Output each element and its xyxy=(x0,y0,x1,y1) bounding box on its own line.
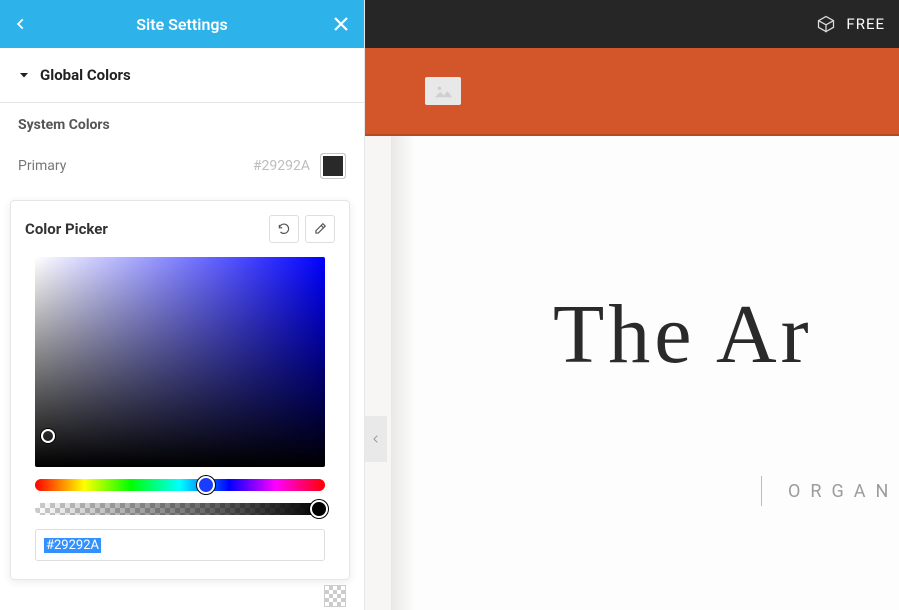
preview-pane: FREE The Ar ORGANIC xyxy=(365,0,899,610)
sv-cursor[interactable] xyxy=(41,429,55,443)
picker-tools xyxy=(269,215,335,243)
subsection-system-colors: System Colors xyxy=(0,103,364,147)
color-name: Primary xyxy=(18,158,66,174)
color-hex: #29292A xyxy=(253,158,310,174)
sidebar-bottom-row xyxy=(0,582,364,610)
saturation-value-panel[interactable] xyxy=(35,257,325,467)
collapse-handle[interactable] xyxy=(365,416,387,462)
chevron-down-icon xyxy=(18,69,30,81)
divider xyxy=(761,476,762,506)
preview-subline: ORGANIC xyxy=(761,476,899,506)
eyedropper-button[interactable] xyxy=(305,215,335,243)
chevron-left-icon xyxy=(371,432,381,446)
color-swatch[interactable] xyxy=(320,153,346,179)
preview-content: The Ar ORGANIC xyxy=(365,136,899,610)
picker-header: Color Picker xyxy=(25,215,335,243)
color-row-right: #29292A xyxy=(253,153,346,179)
sidebar-title: Site Settings xyxy=(136,15,227,34)
hue-slider[interactable] xyxy=(35,479,325,491)
settings-sidebar: Site Settings Global Colors System Color… xyxy=(0,0,365,610)
hue-thumb[interactable] xyxy=(197,476,215,494)
alpha-slider[interactable] xyxy=(35,503,325,515)
box-icon xyxy=(816,14,836,34)
color-row-primary[interactable]: Primary #29292A xyxy=(0,147,364,189)
alpha-thumb[interactable] xyxy=(310,500,328,518)
subline-right: ORGANIC xyxy=(788,481,899,502)
image-icon xyxy=(432,82,454,100)
chevron-left-icon xyxy=(14,15,28,33)
hero-bar xyxy=(365,48,899,136)
picker-title: Color Picker xyxy=(25,220,108,238)
image-placeholder xyxy=(425,77,461,105)
app-root: Site Settings Global Colors System Color… xyxy=(0,0,899,610)
sidebar-header: Site Settings xyxy=(0,0,364,48)
hex-input[interactable]: #29292A xyxy=(35,529,325,561)
hex-input-value: #29292A xyxy=(44,538,101,553)
bottom-row-right xyxy=(316,585,346,607)
section-label: Global Colors xyxy=(40,66,131,84)
undo-icon xyxy=(277,222,291,236)
transparent-swatch[interactable] xyxy=(324,585,346,607)
topbar-text: FREE xyxy=(846,15,885,33)
reset-button[interactable] xyxy=(269,215,299,243)
close-button[interactable] xyxy=(330,15,350,33)
preview-headline: The Ar xyxy=(553,286,813,383)
section-global-colors[interactable]: Global Colors xyxy=(0,48,364,103)
color-picker: Color Picker #29292A xyxy=(10,200,350,580)
preview-topbar: FREE xyxy=(365,0,899,48)
back-button[interactable] xyxy=(14,15,34,33)
eyedropper-icon xyxy=(313,222,327,236)
close-icon xyxy=(332,15,350,33)
